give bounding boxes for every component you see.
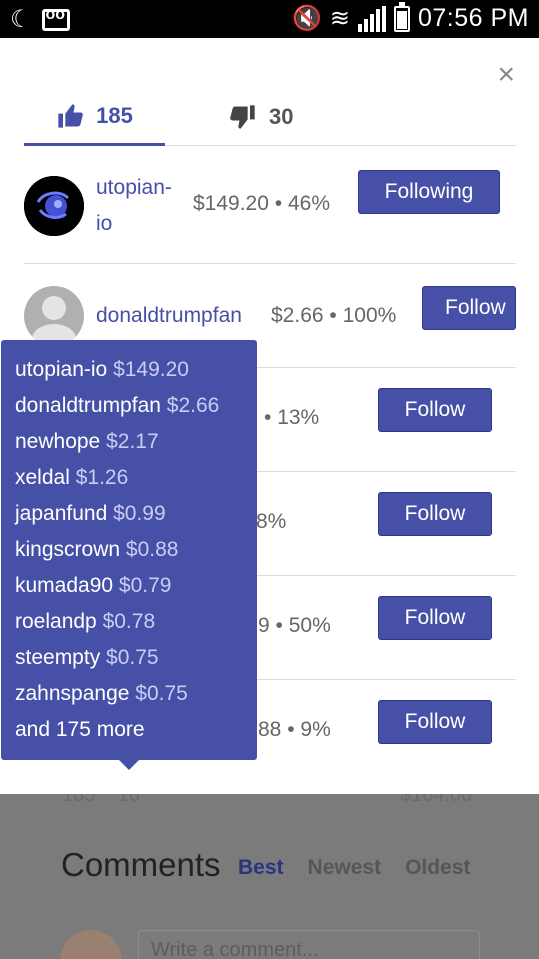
tooltip-voter: roelandp [15, 610, 97, 633]
wifi-icon: ≋ [329, 4, 350, 32]
mute-icon: 🔇 [291, 4, 322, 32]
status-bar: ☾ 🔇 ≋ 07:56 PM [0, 0, 539, 38]
tooltip-amount: $1.26 [75, 466, 129, 489]
downvote-count: 30 [269, 104, 294, 129]
tooltip-entry: kingscrown $0.88 [15, 532, 243, 568]
user-avatar [60, 930, 122, 959]
follow-button[interactable]: Follow [378, 388, 492, 432]
tooltip-entry: roelandp $0.78 [15, 604, 243, 640]
separator: • [275, 614, 283, 637]
voter-name[interactable]: utopian- io [96, 170, 172, 242]
tooltip-amount: $2.17 [106, 430, 159, 453]
tooltip-voter: kumada90 [15, 574, 114, 597]
vote-percent: 100% [342, 304, 397, 327]
tooltip-amount: $0.88 [125, 538, 179, 561]
upvote-count: 185 [96, 102, 133, 128]
tooltip-voter: zahnspange [15, 682, 130, 705]
tooltip-voter: kingscrown [15, 538, 121, 561]
background-page: 185 16 $164.00 Comments Best Newest Olde… [0, 784, 539, 959]
separator: • [287, 718, 295, 741]
vote-amount: $2.66 [271, 304, 324, 327]
vote-percent: 13% [277, 406, 320, 429]
comments-title: Comments [61, 846, 221, 883]
follow-button[interactable]: Follow [378, 596, 492, 640]
voters-tooltip: utopian-io $149.20 donaldtrumpfan $2.66 … [1, 340, 257, 770]
voter-name-line: io [96, 212, 113, 235]
avatar[interactable] [24, 286, 84, 346]
separator: • [264, 406, 272, 429]
vote-amount: 88 [258, 718, 282, 741]
tooltip-entry: xeldal $1.26 [15, 460, 243, 496]
moon-icon: ☾ [10, 6, 32, 33]
tooltip-entry: steempty $0.75 [15, 640, 243, 676]
tooltip-voter: japanfund [15, 502, 108, 525]
close-icon[interactable]: × [497, 60, 515, 90]
tooltip-entry: zahnspange $0.75 [15, 676, 243, 712]
tab-best[interactable]: Best [238, 856, 284, 880]
vote-value: 9 • 50% [258, 614, 331, 638]
vote-percent: 50% [288, 614, 331, 637]
thumbs-down-icon [230, 105, 255, 129]
vote-value: $149.20 • 46% [193, 192, 330, 216]
following-button[interactable]: Following [358, 170, 500, 214]
follow-button[interactable]: Follow [422, 286, 516, 330]
tooltip-voter: steempty [15, 646, 101, 669]
voter-name[interactable]: donaldtrumpfan [96, 298, 242, 334]
vote-percent: 8% [256, 510, 287, 533]
tooltip-amount: $0.75 [106, 646, 159, 669]
tab-oldest[interactable]: Oldest [405, 856, 470, 880]
comments-sort-tabs: Best Newest Oldest [238, 856, 470, 880]
separator: • [274, 192, 283, 215]
thumbs-up-icon [58, 103, 83, 128]
tooltip-voter: newhope [15, 430, 101, 453]
tooltip-voter: donaldtrumpfan [15, 394, 161, 417]
vote-value: • 13% [264, 406, 319, 430]
tooltip-amount: $0.99 [113, 502, 166, 525]
comment-input[interactable]: Write a comment... [138, 930, 480, 959]
voicemail-icon [41, 6, 70, 31]
separator: • [329, 304, 337, 327]
tooltip-amount: $0.78 [102, 610, 156, 633]
signal-icon [357, 5, 386, 32]
tooltip-amount: $2.66 [166, 394, 220, 417]
voter-name-line: utopian- [96, 176, 172, 199]
vote-value: $2.66 • 100% [271, 304, 396, 328]
tooltip-amount: $0.79 [118, 574, 172, 597]
tooltip-entry: newhope $2.17 [15, 424, 243, 460]
follow-button[interactable]: Follow [378, 492, 492, 536]
vote-amount: $149.20 [193, 192, 269, 215]
vote-value: 88 • 9% [258, 718, 331, 742]
tooltip-amount: $149.20 [113, 358, 189, 381]
tab-upvotes[interactable]: 185 [24, 88, 165, 146]
utopian-logo-icon [24, 176, 84, 236]
tooltip-more: and 175 more [15, 718, 145, 741]
tab-newest[interactable]: Newest [308, 856, 382, 880]
tooltip-voter: xeldal [15, 466, 70, 489]
tooltip-entry: japanfund $0.99 [15, 496, 243, 532]
vote-percent: 9% [300, 718, 331, 741]
vote-tabs: 185 30 [24, 88, 516, 146]
tooltip-amount: $0.75 [135, 682, 188, 705]
voter-row: utopian- io $149.20 • 46% Following [24, 160, 516, 264]
follow-button[interactable]: Follow [378, 700, 492, 744]
tab-downvotes[interactable]: 30 [229, 88, 293, 146]
status-time: 07:56 PM [417, 4, 529, 32]
vote-percent: 46% [287, 192, 330, 215]
vote-amount: 9 [258, 614, 270, 637]
battery-icon [393, 1, 410, 32]
vote-value: 8% [256, 510, 286, 534]
tooltip-entry: donaldtrumpfan $2.66 [15, 388, 243, 424]
tooltip-entry: utopian-io $149.20 [15, 352, 243, 388]
avatar[interactable] [24, 176, 84, 236]
tooltip-entry: kumada90 $0.79 [15, 568, 243, 604]
tooltip-voter: utopian-io [15, 358, 108, 381]
